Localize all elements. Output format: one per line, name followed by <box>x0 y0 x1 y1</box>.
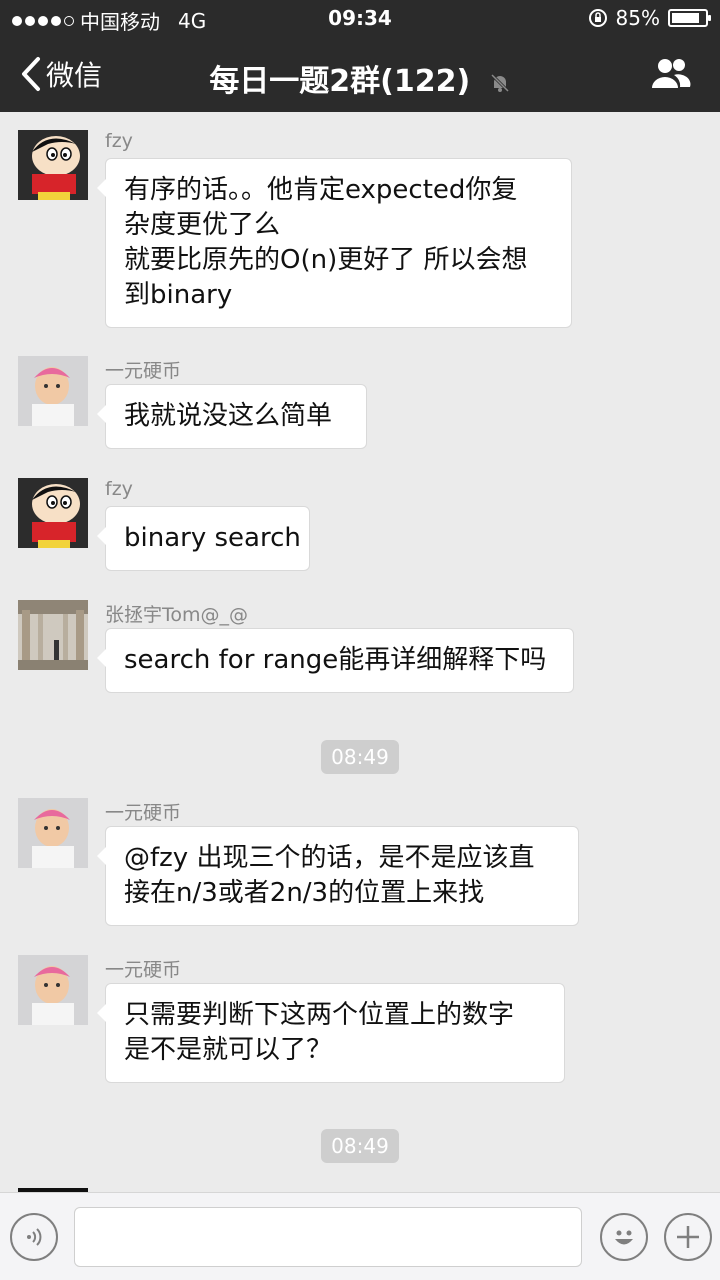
message-bubble[interactable]: binary search <box>97 506 310 571</box>
sender-name: fzy <box>105 130 133 152</box>
message-text: binary search <box>124 523 301 553</box>
timestamp-label: 08:49 <box>321 740 399 774</box>
battery-percent: 85% <box>615 6 660 30</box>
voice-icon <box>27 1228 42 1246</box>
timestamp: 08:49 <box>0 1129 720 1163</box>
sender-name: 一元硬币 <box>105 802 182 824</box>
sender-name: 一元硬币 <box>105 959 182 981</box>
bell-off-icon <box>490 73 509 92</box>
more-button[interactable] <box>664 1213 712 1261</box>
message-text: 就要比原先的O(n)更好了 所以会想 <box>124 245 528 275</box>
message-text: 只需要判断下这两个位置上的数字 <box>124 1000 515 1030</box>
message-bubble[interactable]: @fzy 出现三个的话，是不是应该直 接在n/3或者2n/3的位置上来找 <box>97 826 579 926</box>
sender-name: 张拯宇Tom@_@ <box>105 604 249 626</box>
rotation-lock-icon <box>588 9 607 27</box>
message-bubble[interactable]: search for range能再详细解释下吗 <box>97 628 574 693</box>
voice-button[interactable] <box>10 1213 58 1261</box>
sender-name: fzy <box>105 478 133 500</box>
message-text: 有序的话。。他肯定expected你复 <box>124 175 518 205</box>
message-input[interactable] <box>74 1207 582 1267</box>
group-members-button[interactable] <box>650 56 692 94</box>
cartoon-boy-avatar[interactable] <box>18 130 88 200</box>
chat-title: 每日一题2群(122) <box>0 56 720 100</box>
message-text: 我就说没这么简单 <box>124 401 333 431</box>
timestamp: 08:49 <box>0 740 720 774</box>
message-text: 到binary <box>124 280 233 310</box>
message-text: 杂度更优了么 <box>124 210 281 240</box>
smiley-icon <box>615 1230 633 1245</box>
people-icon <box>652 59 691 88</box>
baby-avatar[interactable] <box>18 356 88 426</box>
cartoon-boy-avatar[interactable] <box>18 478 88 548</box>
emoji-button[interactable] <box>600 1213 648 1261</box>
group-name: 每日一题2群(122) <box>209 64 471 99</box>
chat-area[interactable]: fzy 有序的话。。他肯定expected你复 杂度更优了么 就要比原先的O(n… <box>0 112 720 1192</box>
hallway-photo-avatar[interactable] <box>18 600 88 670</box>
message-bubble[interactable]: 有序的话。。他肯定expected你复 杂度更优了么 就要比原先的O(n)更好了… <box>97 158 572 328</box>
nav-bar: 微信 每日一题2群(122) <box>0 36 720 112</box>
message-text: @fzy 出现三个的话，是不是应该直 <box>124 843 535 873</box>
status-bar: 中国移动 4G 09:34 85% <box>0 0 720 36</box>
timestamp-label: 08:49 <box>321 1129 399 1163</box>
message-bubble[interactable]: 只需要判断下这两个位置上的数字 是不是就可以了？ <box>97 983 565 1083</box>
baby-avatar[interactable] <box>18 955 88 1025</box>
message-bubble[interactable]: 我就说没这么简单 <box>97 384 367 449</box>
plus-icon <box>677 1226 699 1248</box>
battery-icon <box>668 9 711 27</box>
baby-avatar[interactable] <box>18 798 88 868</box>
message-text: 是不是就可以了？ <box>124 1035 333 1065</box>
input-bar <box>0 1192 720 1280</box>
message-text: search for range能再详细解释下吗 <box>124 645 547 675</box>
message-text: 接在n/3或者2n/3的位置上来找 <box>124 878 485 908</box>
sender-name: 一元硬币 <box>105 360 182 382</box>
